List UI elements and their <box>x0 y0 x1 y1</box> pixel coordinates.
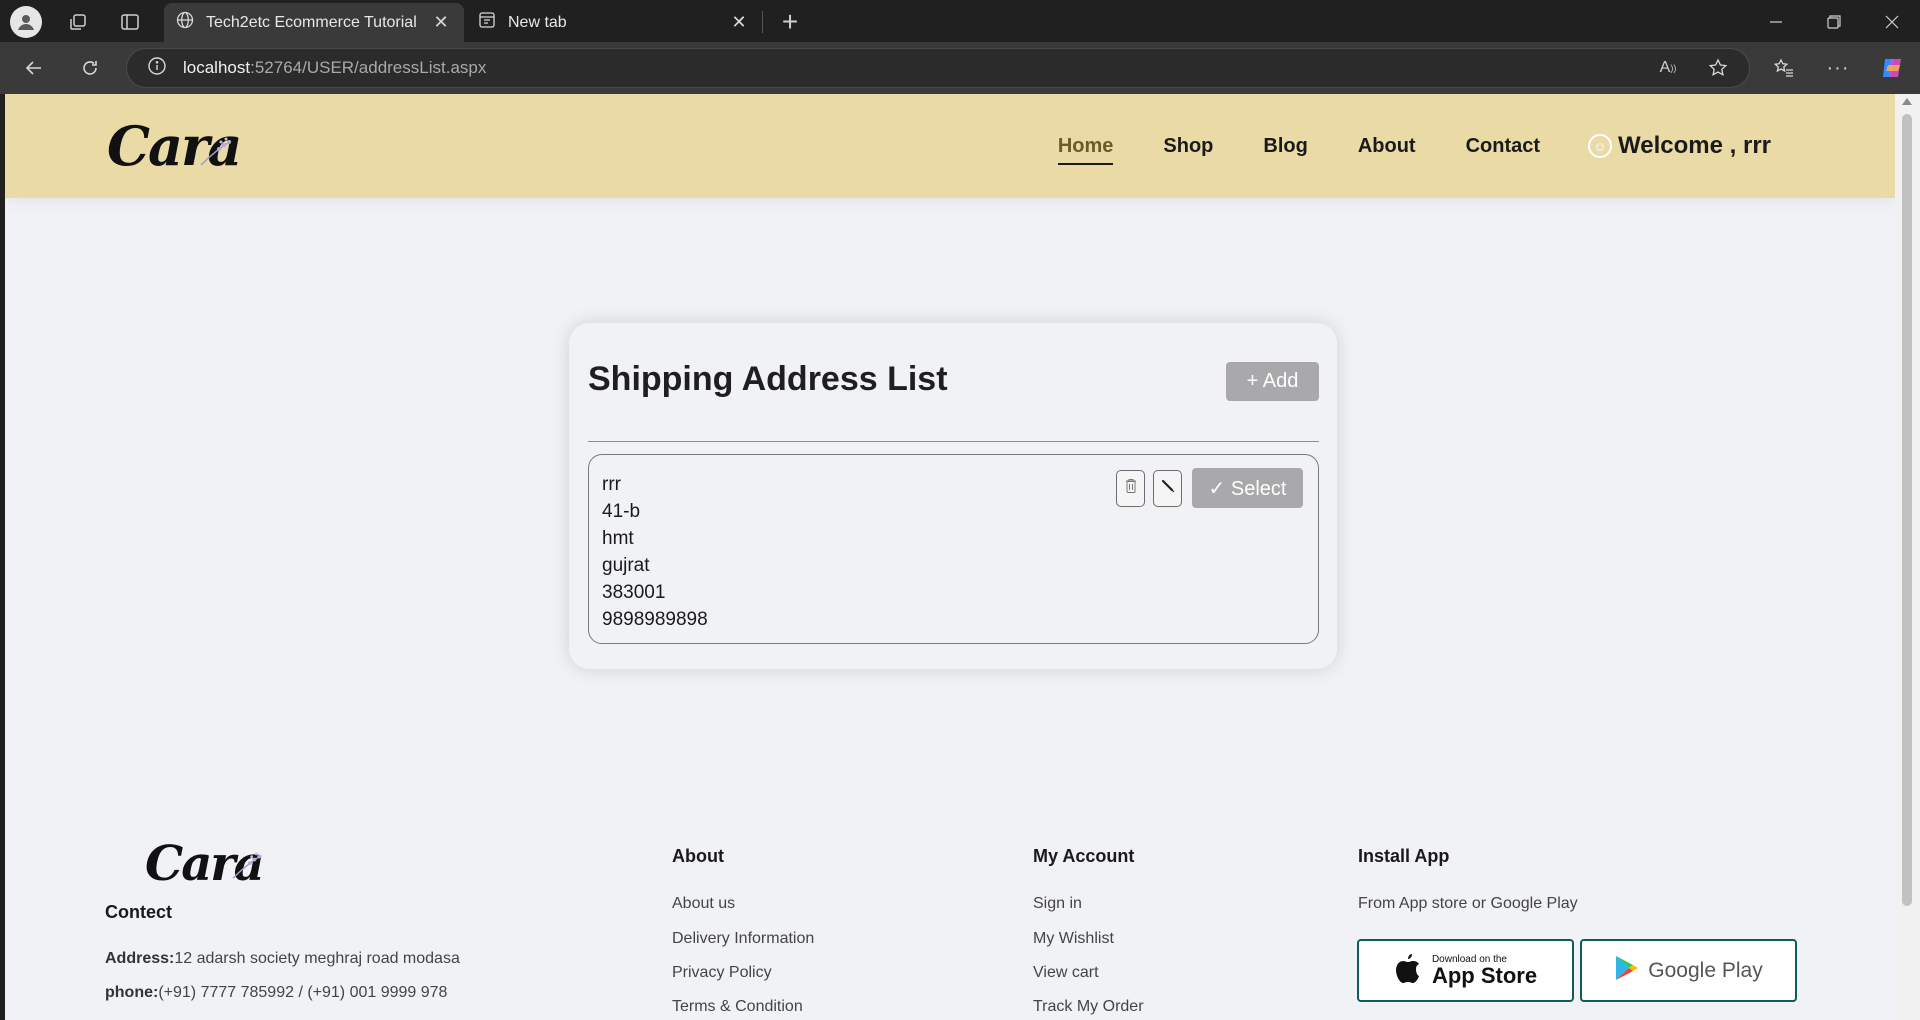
app-store-button[interactable]: Download on the App Store <box>1357 939 1574 1002</box>
url-path: :52764/USER/addressList.aspx <box>250 58 487 77</box>
site-logo[interactable]: Cara <box>107 114 242 180</box>
nav-about[interactable]: About <box>1358 135 1416 158</box>
google-play-text: Google Play <box>1648 958 1763 982</box>
nav-shop[interactable]: Shop <box>1163 135 1213 158</box>
contact-heading: Contect <box>105 902 172 922</box>
google-play-icon <box>1614 954 1640 987</box>
close-window-icon[interactable] <box>1880 10 1904 34</box>
page-title: Shipping Address List <box>588 360 948 398</box>
more-options-icon[interactable]: ··· <box>1826 56 1850 80</box>
shipping-address-card: Shipping Address List + Add rrr 41-b hmt… <box>569 323 1337 669</box>
lavender-sprig-icon <box>231 836 263 892</box>
browser-toolbar: localhost:52764/USER/addressList.aspx A)… <box>0 42 1920 94</box>
page-scrollbar[interactable] <box>1895 94 1920 1020</box>
new-tab-page-icon <box>478 11 496 34</box>
address-pincode: 383001 <box>602 582 666 603</box>
new-tab-plus-icon[interactable]: + <box>776 6 804 37</box>
account-heading: My Account <box>1033 846 1135 866</box>
nav-blog[interactable]: Blog <box>1263 135 1307 158</box>
read-aloud-icon[interactable]: A)) <box>1656 56 1680 80</box>
footer-logo[interactable]: Cara <box>145 836 265 892</box>
page-viewport: Cara Home Shop Blog About Contact ☺ Welc… <box>5 94 1895 1020</box>
tab-label: Tech2etc Ecommerce Tutorial <box>206 13 417 31</box>
tab-new-tab[interactable]: New tab ✕ <box>466 3 762 42</box>
link-view-cart[interactable]: View cart <box>1033 964 1099 982</box>
lavender-sprig-icon <box>199 116 233 180</box>
close-tab-icon[interactable]: ✕ <box>728 12 750 34</box>
install-heading: Install App <box>1358 846 1450 866</box>
address-city: hmt <box>602 528 634 549</box>
app-store-big-text: App Store <box>1431 962 1538 988</box>
link-privacy-policy[interactable]: Privacy Policy <box>672 964 772 982</box>
restore-icon[interactable] <box>1822 10 1846 34</box>
back-arrow-icon[interactable] <box>22 56 46 80</box>
link-about-us[interactable]: About us <box>672 895 735 913</box>
divider <box>588 441 1319 442</box>
globe-icon <box>176 11 194 34</box>
workspaces-icon[interactable] <box>66 10 90 34</box>
refresh-icon[interactable] <box>78 56 102 80</box>
minimize-icon[interactable] <box>1764 10 1788 34</box>
scroll-thumb[interactable] <box>1902 114 1912 906</box>
link-terms-condition[interactable]: Terms & Condition <box>672 998 803 1016</box>
tab-actions-icon[interactable] <box>118 10 142 34</box>
nav-home[interactable]: Home <box>1057 135 1113 165</box>
close-tab-icon[interactable]: ✕ <box>430 12 452 34</box>
smiley-icon: ☺ <box>1588 134 1613 158</box>
address-label: Address: <box>105 950 175 967</box>
site-header: Cara Home Shop Blog About Contact ☺ Welc… <box>5 94 1895 198</box>
tab-ecommerce-tutorial[interactable]: Tech2etc Ecommerce Tutorial ✕ <box>164 3 464 42</box>
install-text: From App store or Google Play <box>1358 895 1578 912</box>
contact-phone: phone:(+91) 7777 785992 / (+91) 001 9999… <box>105 984 447 1002</box>
address-name: rrr <box>602 474 621 495</box>
phone-label: phone: <box>105 984 159 1001</box>
favorite-star-icon[interactable] <box>1706 56 1730 80</box>
address-line1: 41-b <box>602 501 641 522</box>
address-item: rrr 41-b hmt gujrat 383001 9898989898 ✓ … <box>588 454 1319 644</box>
welcome-text: Welcome , rrr <box>1618 132 1771 159</box>
about-heading: About <box>672 846 724 866</box>
address-bar[interactable]: localhost:52764/USER/addressList.aspx <box>126 48 1750 88</box>
phone-value: (+91) 7777 785992 / (+91) 001 9999 978 <box>158 984 448 1001</box>
select-address-button[interactable]: ✓ Select <box>1192 468 1303 508</box>
link-track-order[interactable]: Track My Order <box>1033 998 1144 1016</box>
contact-address: Address:12 adarsh society meghraj road m… <box>105 950 460 968</box>
link-sign-in[interactable]: Sign in <box>1033 895 1082 913</box>
delete-address-button[interactable] <box>1116 470 1145 507</box>
pencil-icon <box>1161 479 1175 498</box>
link-delivery-information[interactable]: Delivery Information <box>672 930 814 948</box>
add-address-button[interactable]: + Add <box>1226 362 1319 401</box>
google-play-button[interactable]: Google Play <box>1580 939 1797 1002</box>
site-info-icon[interactable] <box>147 56 167 81</box>
nav-contact[interactable]: Contact <box>1466 135 1540 158</box>
main-nav: Home Shop Blog About Contact ☺ Welcome ,… <box>1008 94 1771 198</box>
tab-separator <box>762 11 763 33</box>
apple-icon <box>1394 952 1422 989</box>
profile-avatar-icon[interactable] <box>10 6 42 38</box>
link-my-wishlist[interactable]: My Wishlist <box>1033 930 1114 948</box>
browser-tab-bar: Tech2etc Ecommerce Tutorial ✕ New tab ✕ … <box>0 0 1920 42</box>
trash-icon <box>1125 478 1137 499</box>
edit-address-button[interactable] <box>1153 470 1182 507</box>
favorites-list-icon[interactable] <box>1772 56 1796 80</box>
copilot-icon[interactable] <box>1878 54 1906 82</box>
address-lines: rrr 41-b hmt gujrat 383001 9898989898 <box>602 471 708 633</box>
welcome-user[interactable]: ☺ Welcome , rrr <box>1588 132 1771 160</box>
address-phone: 9898989898 <box>602 609 708 630</box>
scroll-up-arrow-icon[interactable] <box>1902 98 1912 105</box>
address-value: 12 adarsh society meghraj road modasa <box>174 950 460 967</box>
tab-label: New tab <box>508 13 567 31</box>
address-state: gujrat <box>602 555 650 576</box>
app-store-text: Download on the App Store <box>1431 954 1538 988</box>
url-host: localhost <box>183 58 251 77</box>
